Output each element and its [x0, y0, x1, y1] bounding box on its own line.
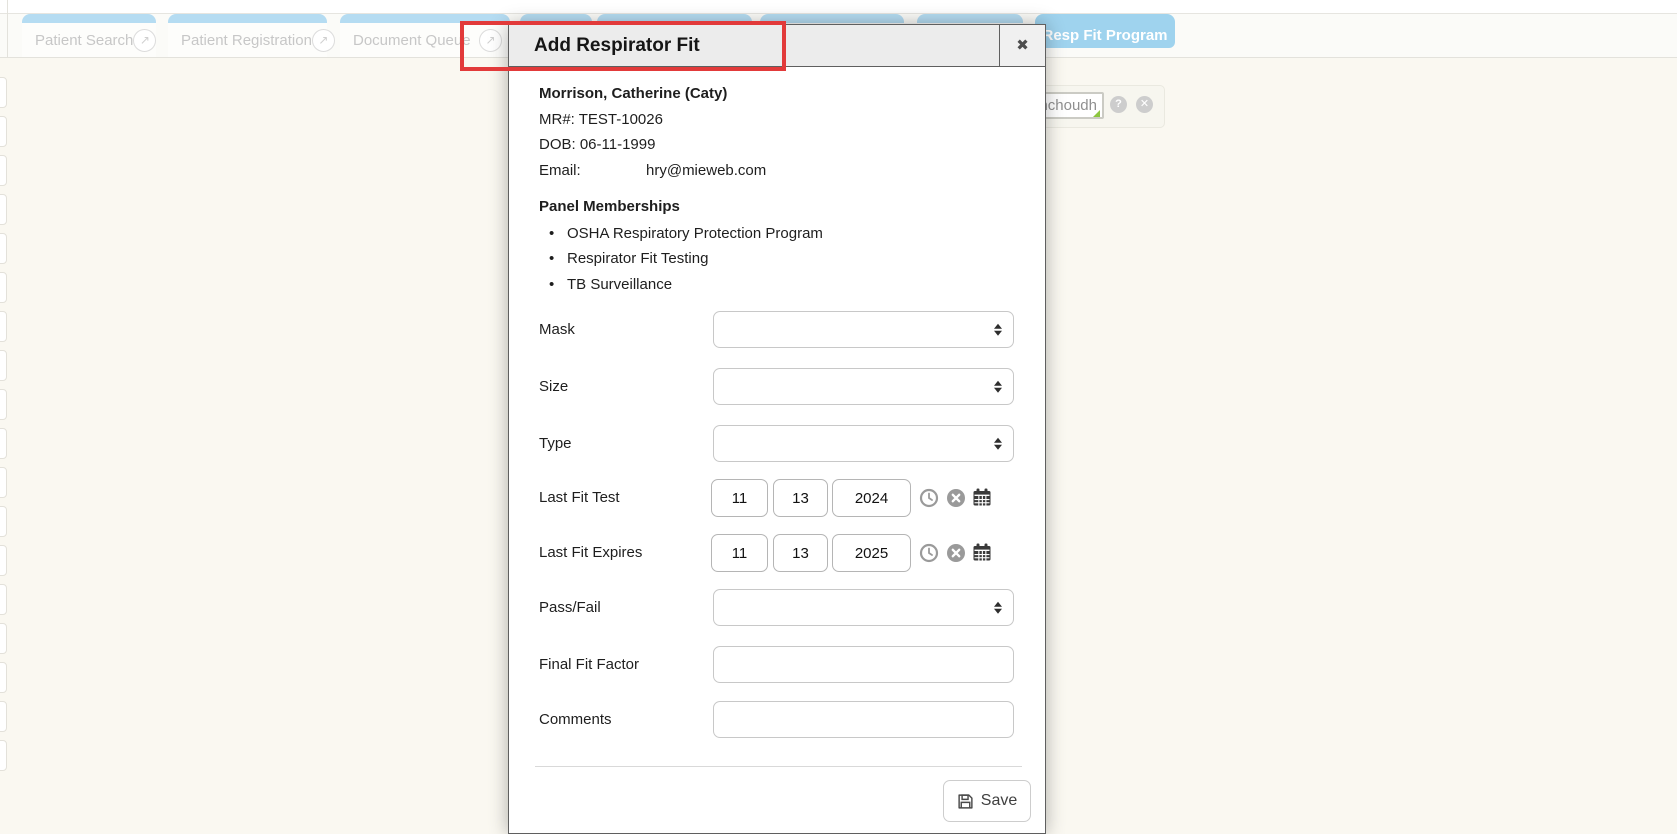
- last-fit-expires-label: Last Fit Expires: [539, 534, 642, 571]
- footer-divider: [535, 766, 1022, 767]
- left-rail-box: [0, 389, 7, 420]
- left-rail-box: [0, 194, 7, 225]
- tab-label: Resp Fit Program: [1042, 27, 1167, 44]
- email-value: hry@mieweb.com: [646, 162, 766, 179]
- tab-document-queue[interactable]: Document Queue ↗: [340, 14, 510, 57]
- clock-icon[interactable]: [919, 543, 939, 563]
- popout-arrow-icon[interactable]: ↗: [312, 29, 335, 52]
- left-rail-box: [0, 545, 7, 576]
- last-fit-test-label: Last Fit Test: [539, 479, 620, 516]
- left-rail-box: [0, 701, 7, 732]
- page: Patient Search ↗ Patient Registration ↗ …: [0, 0, 1677, 834]
- comments-input[interactable]: [713, 701, 1014, 738]
- tab-accent: [340, 14, 510, 23]
- last-fit-expires-year-input[interactable]: [832, 534, 911, 572]
- patient-name: Morrison, Catherine (Caty): [539, 81, 766, 107]
- left-rail-box: [0, 506, 7, 537]
- mask-select[interactable]: [713, 311, 1014, 348]
- left-rail-box: [0, 272, 7, 303]
- tab-accent: [168, 14, 327, 23]
- size-select[interactable]: [713, 368, 1014, 405]
- final-fit-factor-label: Final Fit Factor: [539, 646, 639, 683]
- tab-label: Patient Registration: [181, 32, 312, 49]
- pass-fail-label: Pass/Fail: [539, 589, 601, 626]
- final-fit-factor-field: [713, 646, 1014, 683]
- left-rail-box: [0, 740, 7, 771]
- size-field: [713, 368, 1014, 405]
- email-label: Email:: [539, 158, 646, 184]
- hidden-tab-strip: [917, 14, 1023, 23]
- popout-arrow-icon[interactable]: ↗: [133, 29, 156, 52]
- left-divider: [7, 0, 8, 57]
- left-rail-box: [0, 350, 7, 381]
- clock-icon[interactable]: [919, 488, 939, 508]
- hidden-tab-strip: [597, 14, 752, 23]
- list-item: OSHA Respiratory Protection Program: [539, 221, 823, 246]
- save-icon: [957, 793, 974, 810]
- calendar-icon[interactable]: [972, 487, 992, 507]
- tab-resp-fit-program[interactable]: Resp Fit Program: [1035, 14, 1175, 48]
- comments-label: Comments: [539, 701, 612, 738]
- last-fit-test-year-input[interactable]: [832, 479, 911, 517]
- comments-field: [713, 701, 1014, 738]
- save-label: Save: [981, 792, 1017, 810]
- dialog-title: Add Respirator Fit: [534, 25, 700, 66]
- calendar-icon[interactable]: [972, 542, 992, 562]
- clear-date-icon[interactable]: [946, 543, 966, 563]
- type-label: Type: [539, 425, 572, 462]
- hidden-tab-strip: [760, 14, 904, 23]
- list-item: Respirator Fit Testing: [539, 246, 823, 271]
- tab-label: Patient Search: [35, 32, 133, 49]
- left-rail-box: [0, 77, 7, 108]
- left-rail-box: [0, 116, 7, 147]
- size-label: Size: [539, 368, 568, 405]
- left-rail-box: [0, 233, 7, 264]
- clear-icon[interactable]: ✕: [1136, 96, 1153, 113]
- help-icon[interactable]: ?: [1110, 96, 1127, 113]
- mask-label: Mask: [539, 311, 575, 348]
- left-rail-box: [0, 584, 7, 615]
- last-fit-expires-day-input[interactable]: [773, 534, 828, 572]
- patient-summary: Morrison, Catherine (Caty) MR#: TEST-100…: [539, 81, 766, 183]
- pass-fail-select[interactable]: [713, 589, 1014, 626]
- save-button[interactable]: Save: [943, 780, 1031, 822]
- left-rail-box: [0, 662, 7, 693]
- type-select[interactable]: [713, 425, 1014, 462]
- tab-patient-registration[interactable]: Patient Registration ↗: [168, 14, 327, 57]
- hidden-tab-strip: [520, 14, 592, 23]
- last-fit-test-day-input[interactable]: [773, 479, 828, 517]
- list-item: TB Surveillance: [539, 272, 823, 297]
- panel-memberships-list: OSHA Respiratory Protection Program Resp…: [539, 221, 823, 297]
- left-rail-box: [0, 311, 7, 342]
- left-rail-box: [0, 623, 7, 654]
- pass-fail-field: [713, 589, 1014, 626]
- patient-mr: MR#: TEST-10026: [539, 107, 766, 133]
- panel-memberships-heading: Panel Memberships: [539, 195, 680, 219]
- tab-accent: [22, 14, 156, 23]
- patient-email-row: Email:hry@mieweb.com: [539, 158, 766, 184]
- patient-dob: DOB: 06-11-1999: [539, 132, 766, 158]
- resize-grip-icon: [1093, 110, 1100, 117]
- last-fit-expires-month-input[interactable]: [711, 534, 768, 572]
- left-rail-box: [0, 467, 7, 498]
- dialog-header: Add Respirator Fit ✖: [509, 25, 1045, 67]
- add-respirator-fit-dialog: Add Respirator Fit ✖ Morrison, Catherine…: [508, 24, 1046, 834]
- tab-label: Document Queue: [353, 32, 471, 49]
- tab-patient-search[interactable]: Patient Search ↗: [22, 14, 156, 57]
- clear-date-icon[interactable]: [946, 488, 966, 508]
- left-rail-box: [0, 155, 7, 186]
- last-fit-test-month-input[interactable]: [711, 479, 768, 517]
- popout-arrow-icon[interactable]: ↗: [479, 29, 502, 52]
- mask-field: [713, 311, 1014, 348]
- final-fit-factor-input[interactable]: [713, 646, 1014, 683]
- close-icon[interactable]: ✖: [999, 25, 1045, 66]
- type-field: [713, 425, 1014, 462]
- left-rail-box: [0, 428, 7, 459]
- top-strip: [0, 0, 1677, 13]
